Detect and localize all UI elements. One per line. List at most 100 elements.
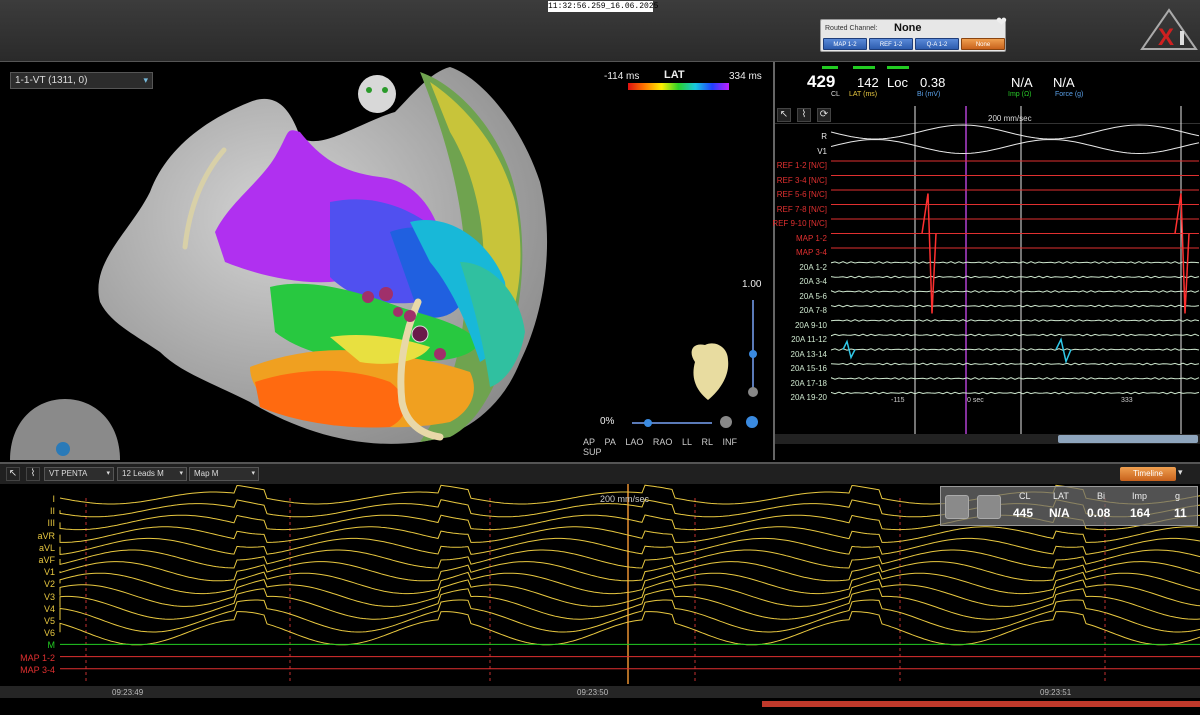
channel-label: 20A 15-16 [790, 364, 827, 373]
map-dropdown-label: Map M [194, 469, 219, 478]
next-button[interactable] [977, 495, 1001, 519]
channel-label: 20A 7-8 [799, 306, 827, 315]
timeline-button[interactable]: Timeline [1120, 467, 1176, 481]
summary-lat-header: LAT [1053, 491, 1069, 501]
imp-value: N/A [1011, 75, 1033, 90]
ecg-lead-labels: I II III aVR aVL aVF V1 V2 V3 V4 V5 V6 M MAP 1-2 MAP 3… [0, 494, 57, 679]
route-none-button[interactable]: None [961, 38, 1005, 50]
lead-label: II [49, 506, 55, 517]
channel-trace [831, 333, 1200, 337]
lead-label: aVF [38, 555, 55, 565]
lead-label: V5 [43, 616, 55, 626]
ecg-panel: ↖ ⌇ VT PENTA ▾ 12 Leads M ▾ Map M ▾ Timelin… [0, 462, 1200, 715]
view-sup-button[interactable]: SUP [583, 447, 602, 457]
lat-max-value: 334 ms [729, 71, 762, 82]
ecg-toolbar: ↖ ⌇ VT PENTA ▾ 12 Leads M ▾ Map M ▾ Timelin… [0, 464, 1200, 484]
annotate-tool-icon[interactable]: ⌇ [26, 467, 40, 481]
pointer-tool-icon[interactable]: ↖ [6, 467, 20, 481]
view-lao-button[interactable]: LAO [625, 437, 643, 447]
opacity-value: 0% [600, 416, 615, 427]
channel-trace [831, 362, 1200, 366]
cl-label: CL [831, 91, 840, 98]
prev-button[interactable] [945, 495, 969, 519]
channel-trace [831, 261, 1200, 264]
channel-label: 20A 19-20 [790, 393, 827, 402]
lead-trace [59, 537, 1200, 555]
timeline-progress [762, 701, 1200, 707]
channel-label: REF 3-4 [N/C] [776, 175, 827, 185]
heart-map-view[interactable] [0, 62, 770, 460]
view-rao-button[interactable]: RAO [653, 437, 673, 447]
lead-label: V4 [43, 603, 55, 614]
lead-trace [59, 561, 1200, 582]
lead-label: MAP 3-4 [20, 664, 55, 675]
catheter-dropdown[interactable]: VT PENTA ▾ [44, 467, 114, 481]
view-rl-button[interactable]: RL [701, 437, 713, 447]
leads-dropdown[interactable]: 12 Leads M ▾ [117, 467, 187, 481]
lead-trace [59, 549, 1200, 569]
lat-value: 142 [857, 75, 879, 90]
channel-trace [831, 290, 1200, 293]
channel-trace [831, 138, 1200, 155]
recording-channel-labels: R V1 REF 1-2 [N/C] REF 3-4 [N/C] REF 5-6 [N/… [772, 132, 831, 402]
chevron-down-icon: ▾ [106, 470, 110, 477]
summary-cl-value: 445 [1013, 506, 1034, 520]
marker-mid-value: 0 sec [967, 397, 984, 404]
channel-label: REF 9-10 [N/C] [772, 219, 827, 228]
view-pa-button[interactable]: PA [605, 437, 616, 447]
lead-label: M [47, 640, 56, 651]
summary-g-header: g [1175, 491, 1181, 501]
bi-label: Bi (mV) [917, 91, 941, 98]
channel-trace [831, 304, 1200, 308]
lat-scale-title: LAT [664, 69, 685, 81]
channel-label: REF 7-8 [N/C] [776, 204, 827, 214]
channel-label: R [821, 132, 827, 141]
chevron-down-icon[interactable]: ▾ [1178, 467, 1183, 478]
channel-label: REF 1-2 [N/C] [776, 161, 827, 170]
routed-channel-panel: Routed Channel: None MAP 1-2 REF 1-2 Q-A… [820, 19, 1006, 52]
channel-trace [831, 275, 1200, 279]
pointer-tool-icon[interactable]: ↖ [777, 108, 791, 122]
route-ref12-button[interactable]: REF 1-2 [869, 38, 913, 50]
recording-scrollbar[interactable] [775, 434, 1200, 444]
time-label-1: 09:23:49 [112, 688, 144, 697]
burst-trace [842, 337, 1072, 364]
channel-label: 20A 1-2 [799, 262, 827, 272]
bi-indicator [887, 66, 909, 69]
lat-indicator [853, 66, 875, 69]
route-qa12-button[interactable]: Q-A 1-2 [915, 38, 959, 50]
view-ap-button[interactable]: AP [583, 437, 595, 447]
leads-dropdown-label: 12 Leads M [122, 469, 164, 478]
time-label-2: 09:23:50 [577, 688, 609, 697]
channel-trace [831, 377, 1200, 380]
summary-lat-value: N/A [1049, 506, 1070, 520]
view-inf-button[interactable]: INF [723, 437, 738, 447]
refresh-tool-icon[interactable]: ⟳ [817, 108, 831, 122]
lat-min-value: -114 ms [604, 71, 640, 82]
heart-icon[interactable]: ❤ [996, 14, 1007, 30]
channel-label: 20A 13-14 [790, 349, 827, 359]
lead-label: III [47, 518, 55, 529]
channel-trace [831, 391, 1200, 395]
top-bar: 11:32:56.259_16.06.2025 Routed Channel: … [0, 0, 1200, 62]
summary-cl-header: CL [1019, 491, 1031, 501]
spike-trace [921, 193, 937, 314]
route-map12-button[interactable]: MAP 1-2 [823, 38, 867, 50]
spike-trace [1174, 193, 1190, 314]
annotate-tool-icon[interactable]: ⌇ [797, 108, 811, 122]
channel-label: 20A 3-4 [799, 277, 827, 286]
lead-label: V2 [43, 579, 55, 590]
map-panel[interactable]: 1-1-VT (1311, 0) ▾ -114 ms LAT 334 ms 1.… [0, 62, 770, 460]
channel-label: 20A 9-10 [794, 320, 827, 330]
channel-label: MAP 1-2 [796, 233, 827, 243]
lead-trace [59, 611, 1200, 646]
recording-scroll-thumb[interactable] [1058, 435, 1198, 443]
summary-g-value: 11 [1174, 506, 1187, 520]
summary-overlay: CL LAT Bi Imp g 445 N/A 0.08 164 11 [940, 486, 1198, 526]
logo-icon: X [1140, 8, 1198, 51]
recording-traces[interactable] [831, 106, 1200, 434]
lead-label: V6 [43, 628, 55, 639]
map-dropdown[interactable]: Map M ▾ [189, 467, 259, 481]
view-ll-button[interactable]: LL [682, 437, 692, 447]
marker-left-value: -115 [891, 397, 905, 404]
